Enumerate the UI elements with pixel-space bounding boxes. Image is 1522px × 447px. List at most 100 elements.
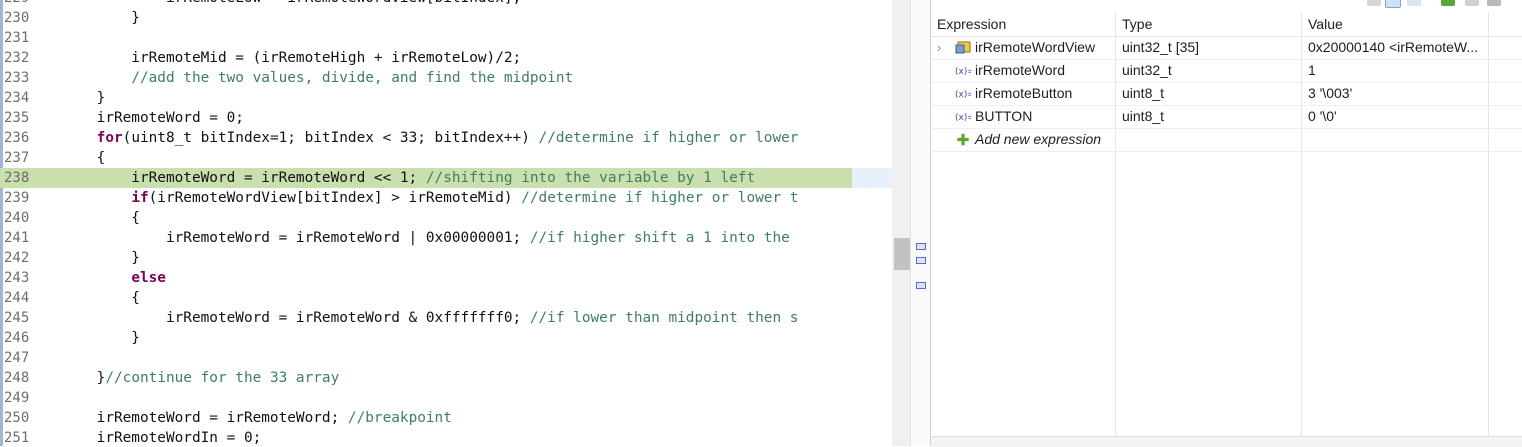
code-text[interactable]: }: [62, 88, 106, 108]
toolbar-layout-icon[interactable]: [1407, 0, 1421, 6]
add-expression-toolbar-icon[interactable]: [1441, 0, 1455, 6]
code-text[interactable]: irRemoteWord = irRemoteWord & 0xfffffff0…: [62, 308, 799, 328]
overview-ruler[interactable]: [910, 0, 931, 446]
line-number: 237: [4, 150, 30, 166]
code-text[interactable]: }//continue for the 33 array: [62, 368, 340, 388]
expression-row[interactable]: (x)= BUTTON uint8_t 0 '\0': [931, 105, 1522, 129]
code-line[interactable]: 232 irRemoteMid = (irRemoteHigh + irRemo…: [0, 48, 892, 68]
expression-row[interactable]: › irRemoteWordView uint32_t [35] 0x20000140…: [931, 36, 1522, 60]
code-lines: 229 irRemoteLow = irRemoteWordView[bitIn…: [0, 0, 892, 446]
current-line[interactable]: 238 irRemoteWord = irRemoteWord << 1; //…: [0, 168, 892, 188]
toolbar-button-icon[interactable]: [1367, 0, 1381, 6]
line-number: 239: [4, 190, 30, 206]
expression-value[interactable]: 0 '\0': [1302, 105, 1494, 128]
expression-name[interactable]: irRemoteWordView: [975, 36, 1095, 59]
code-line[interactable]: 250 irRemoteWord = irRemoteWord; //break…: [0, 408, 892, 428]
code-text[interactable]: irRemoteWord = irRemoteWord | 0x00000001…: [62, 228, 790, 248]
expression-row[interactable]: (x)= irRemoteButton uint8_t 3 '\003': [931, 82, 1522, 106]
overview-marker[interactable]: [916, 243, 926, 250]
code-text[interactable]: {: [62, 208, 140, 228]
code-text[interactable]: irRemoteMid = (irRemoteHigh + irRemoteLo…: [62, 48, 521, 68]
expressions-horizontal-scrollbar[interactable]: [931, 436, 1522, 447]
line-number: 234: [4, 90, 30, 106]
line-number: 236: [4, 130, 30, 146]
expand-chevron-icon[interactable]: ›: [937, 36, 941, 59]
remove-expression-icon[interactable]: [1465, 0, 1479, 6]
code-text[interactable]: }: [62, 8, 140, 28]
editor-vertical-scrollbar[interactable]: [892, 0, 910, 446]
code-line[interactable]: 244 {: [0, 288, 892, 308]
code-text[interactable]: }: [62, 248, 140, 268]
editor-scrollbar-thumb[interactable]: [894, 238, 910, 270]
code-line[interactable]: 248 }//continue for the 33 array: [0, 368, 892, 388]
expression-value[interactable]: 0x20000140 <irRemoteW...: [1302, 36, 1494, 59]
overview-marker[interactable]: [916, 257, 926, 264]
code-line[interactable]: 251 irRemoteWordIn = 0;: [0, 428, 892, 446]
overview-marker[interactable]: [916, 282, 926, 289]
code-text[interactable]: {: [62, 148, 106, 168]
code-line[interactable]: 239 if(irRemoteWordView[bitIndex] > irRe…: [0, 188, 892, 208]
column-header-value[interactable]: Value: [1302, 12, 1488, 36]
code-line[interactable]: 234 }: [0, 88, 892, 108]
line-number: 245: [4, 310, 30, 326]
code-text[interactable]: else: [62, 268, 166, 288]
code-line[interactable]: 230 }: [0, 8, 892, 28]
column-header-expression[interactable]: Expression: [931, 12, 1115, 36]
expression-value[interactable]: 3 '\003': [1302, 82, 1494, 105]
line-number: 243: [4, 270, 30, 286]
code-text[interactable]: if(irRemoteWordView[bitIndex] > irRemote…: [62, 188, 798, 208]
variable-icon: (x)=: [955, 90, 971, 100]
line-number: 232: [4, 50, 30, 66]
svg-text:(x)=: (x)=: [955, 90, 971, 100]
code-text[interactable]: irRemoteWord = irRemoteWord; //breakpoin…: [62, 408, 452, 428]
code-line[interactable]: 249: [0, 388, 892, 408]
expression-name[interactable]: irRemoteWord: [975, 59, 1065, 82]
variable-icon: (x)=: [955, 113, 971, 123]
code-text[interactable]: irRemoteWord = irRemoteWord << 1; //shif…: [62, 168, 755, 188]
code-text[interactable]: irRemoteLow = irRemoteWordView[bitIndex]…: [62, 0, 521, 8]
expression-type: uint32_t: [1122, 62, 1172, 78]
line-number: 241: [4, 230, 30, 246]
code-line[interactable]: 245 irRemoteWord = irRemoteWord & 0xffff…: [0, 308, 892, 328]
add-expression-row[interactable]: Add new expression: [931, 128, 1522, 152]
expression-type: uint8_t: [1122, 85, 1165, 101]
code-text[interactable]: for(uint8_t bitIndex=1; bitIndex < 33; b…: [62, 128, 799, 148]
line-number: 250: [4, 410, 30, 426]
expressions-table-header: Expression Type Value: [931, 12, 1522, 37]
column-header-type[interactable]: Type: [1116, 12, 1301, 36]
code-text[interactable]: }: [62, 328, 140, 348]
array-struct-icon: [955, 41, 971, 54]
expression-name[interactable]: BUTTON: [975, 105, 1032, 128]
code-text[interactable]: irRemoteWord = 0;: [62, 108, 244, 128]
code-line[interactable]: 246 }: [0, 328, 892, 348]
line-number: 233: [4, 70, 30, 86]
code-line[interactable]: 235 irRemoteWord = 0;: [0, 108, 892, 128]
expression-value[interactable]: 1: [1302, 59, 1494, 82]
code-line[interactable]: 242 }: [0, 248, 892, 268]
code-line[interactable]: 231: [0, 28, 892, 48]
code-line[interactable]: 240 {: [0, 208, 892, 228]
toolbar-toggle-icon[interactable]: [1385, 0, 1401, 8]
expression-row[interactable]: (x)= irRemoteWord uint32_t 1: [931, 59, 1522, 83]
code-line[interactable]: 237 {: [0, 148, 892, 168]
expression-type: uint32_t [35]: [1122, 39, 1200, 55]
code-line[interactable]: 229 irRemoteLow = irRemoteWordView[bitIn…: [0, 0, 892, 8]
code-line[interactable]: 243 else: [0, 268, 892, 288]
code-line[interactable]: 241 irRemoteWord = irRemoteWord | 0x0000…: [0, 228, 892, 248]
expression-name[interactable]: irRemoteButton: [975, 82, 1072, 105]
svg-text:(x)=: (x)=: [955, 67, 971, 77]
expressions-view: Expression Type Value › irRemoteWordView u…: [931, 0, 1522, 447]
code-text[interactable]: irRemoteWordIn = 0;: [62, 428, 262, 446]
code-line[interactable]: 247: [0, 348, 892, 368]
code-line[interactable]: 233 //add the two values, divide, and fi…: [0, 68, 892, 88]
line-number: 251: [4, 430, 30, 446]
remove-all-icon[interactable]: [1487, 0, 1501, 6]
code-line[interactable]: 236 for(uint8_t bitIndex=1; bitIndex < 3…: [0, 128, 892, 148]
variable-icon: (x)=: [955, 67, 971, 77]
code-editor[interactable]: 229 irRemoteLow = irRemoteWordView[bitIn…: [0, 0, 892, 446]
code-text[interactable]: //add the two values, divide, and find t…: [62, 68, 573, 88]
svg-text:(x)=: (x)=: [955, 113, 971, 123]
code-text[interactable]: {: [62, 288, 140, 308]
add-expression-label[interactable]: Add new expression: [975, 128, 1101, 151]
line-number: 235: [4, 110, 30, 126]
